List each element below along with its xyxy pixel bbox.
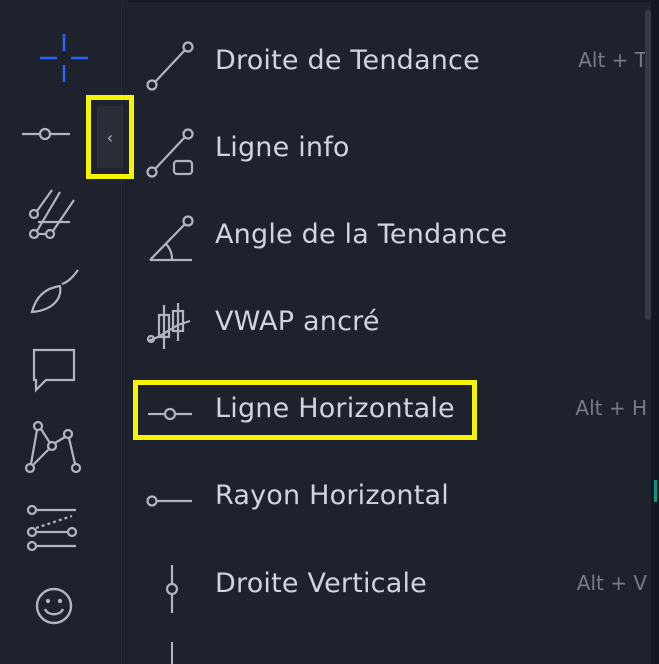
crosshair-tool-button[interactable]	[18, 28, 110, 88]
emoji-tools-button[interactable]	[8, 576, 100, 636]
line-tools-dropdown-menu: Droite de Tendance Alt + T Ligne info An…	[121, 2, 658, 664]
fib-tools-icon	[28, 189, 75, 240]
chevron-left-icon: ‹	[106, 127, 114, 147]
highlight-box-horizontal-line	[133, 380, 477, 440]
menu-item-label: Droite Verticale	[215, 567, 427, 599]
horizontal-ray-icon	[146, 495, 192, 507]
trend-line-icon	[146, 41, 194, 91]
chart-edge	[651, 0, 659, 664]
menu-item-label: Rayon Horizontal	[215, 479, 449, 511]
menu-item-label: Ligne info	[215, 131, 350, 163]
comment-icon	[32, 348, 76, 393]
brush-tools-button[interactable]	[8, 262, 100, 322]
chart-candle-fragment	[654, 480, 657, 502]
trend-angle-icon	[149, 215, 194, 262]
shortcut-hint: Alt + H	[575, 396, 647, 420]
menu-item-anchored-vwap[interactable]: VWAP ancré	[122, 278, 642, 364]
menu-item-label: Angle de la Tendance	[215, 218, 508, 250]
partial-next-item-icon	[171, 642, 173, 664]
menu-item-label: VWAP ancré	[215, 305, 380, 337]
crosshair-icon	[40, 34, 88, 82]
brush-icon	[30, 269, 79, 314]
vertical-line-icon	[165, 565, 179, 613]
shortcut-hint: Alt + V	[576, 571, 647, 595]
prediction-tools-button[interactable]	[8, 498, 100, 558]
smiley-icon	[35, 587, 73, 625]
menu-item-trend-angle[interactable]: Angle de la Tendance	[122, 191, 642, 277]
annotation-tools-button[interactable]	[8, 340, 100, 400]
info-line-icon	[146, 128, 194, 178]
prediction-tools-icon	[26, 504, 78, 552]
line-tools-button[interactable]	[8, 104, 88, 164]
menu-item-trend-line[interactable]: Droite de Tendance Alt + T	[122, 17, 647, 103]
menu-item-info-line[interactable]: Ligne info	[122, 104, 642, 190]
anchored-vwap-icon	[146, 303, 191, 349]
menu-item-label: Droite de Tendance	[215, 44, 480, 76]
menu-item-horizontal-ray[interactable]: Rayon Horizontal	[122, 452, 642, 538]
menu-item-vertical-line[interactable]: Droite Verticale Alt + V	[122, 540, 647, 626]
fib-tools-button[interactable]	[8, 184, 100, 244]
expand-submenu-arrow-button[interactable]: ‹	[97, 106, 123, 168]
pattern-tools-button[interactable]	[8, 418, 100, 478]
line-tool-icon	[22, 127, 70, 141]
shortcut-hint: Alt + T	[578, 48, 647, 72]
patterns-icon	[24, 420, 82, 474]
